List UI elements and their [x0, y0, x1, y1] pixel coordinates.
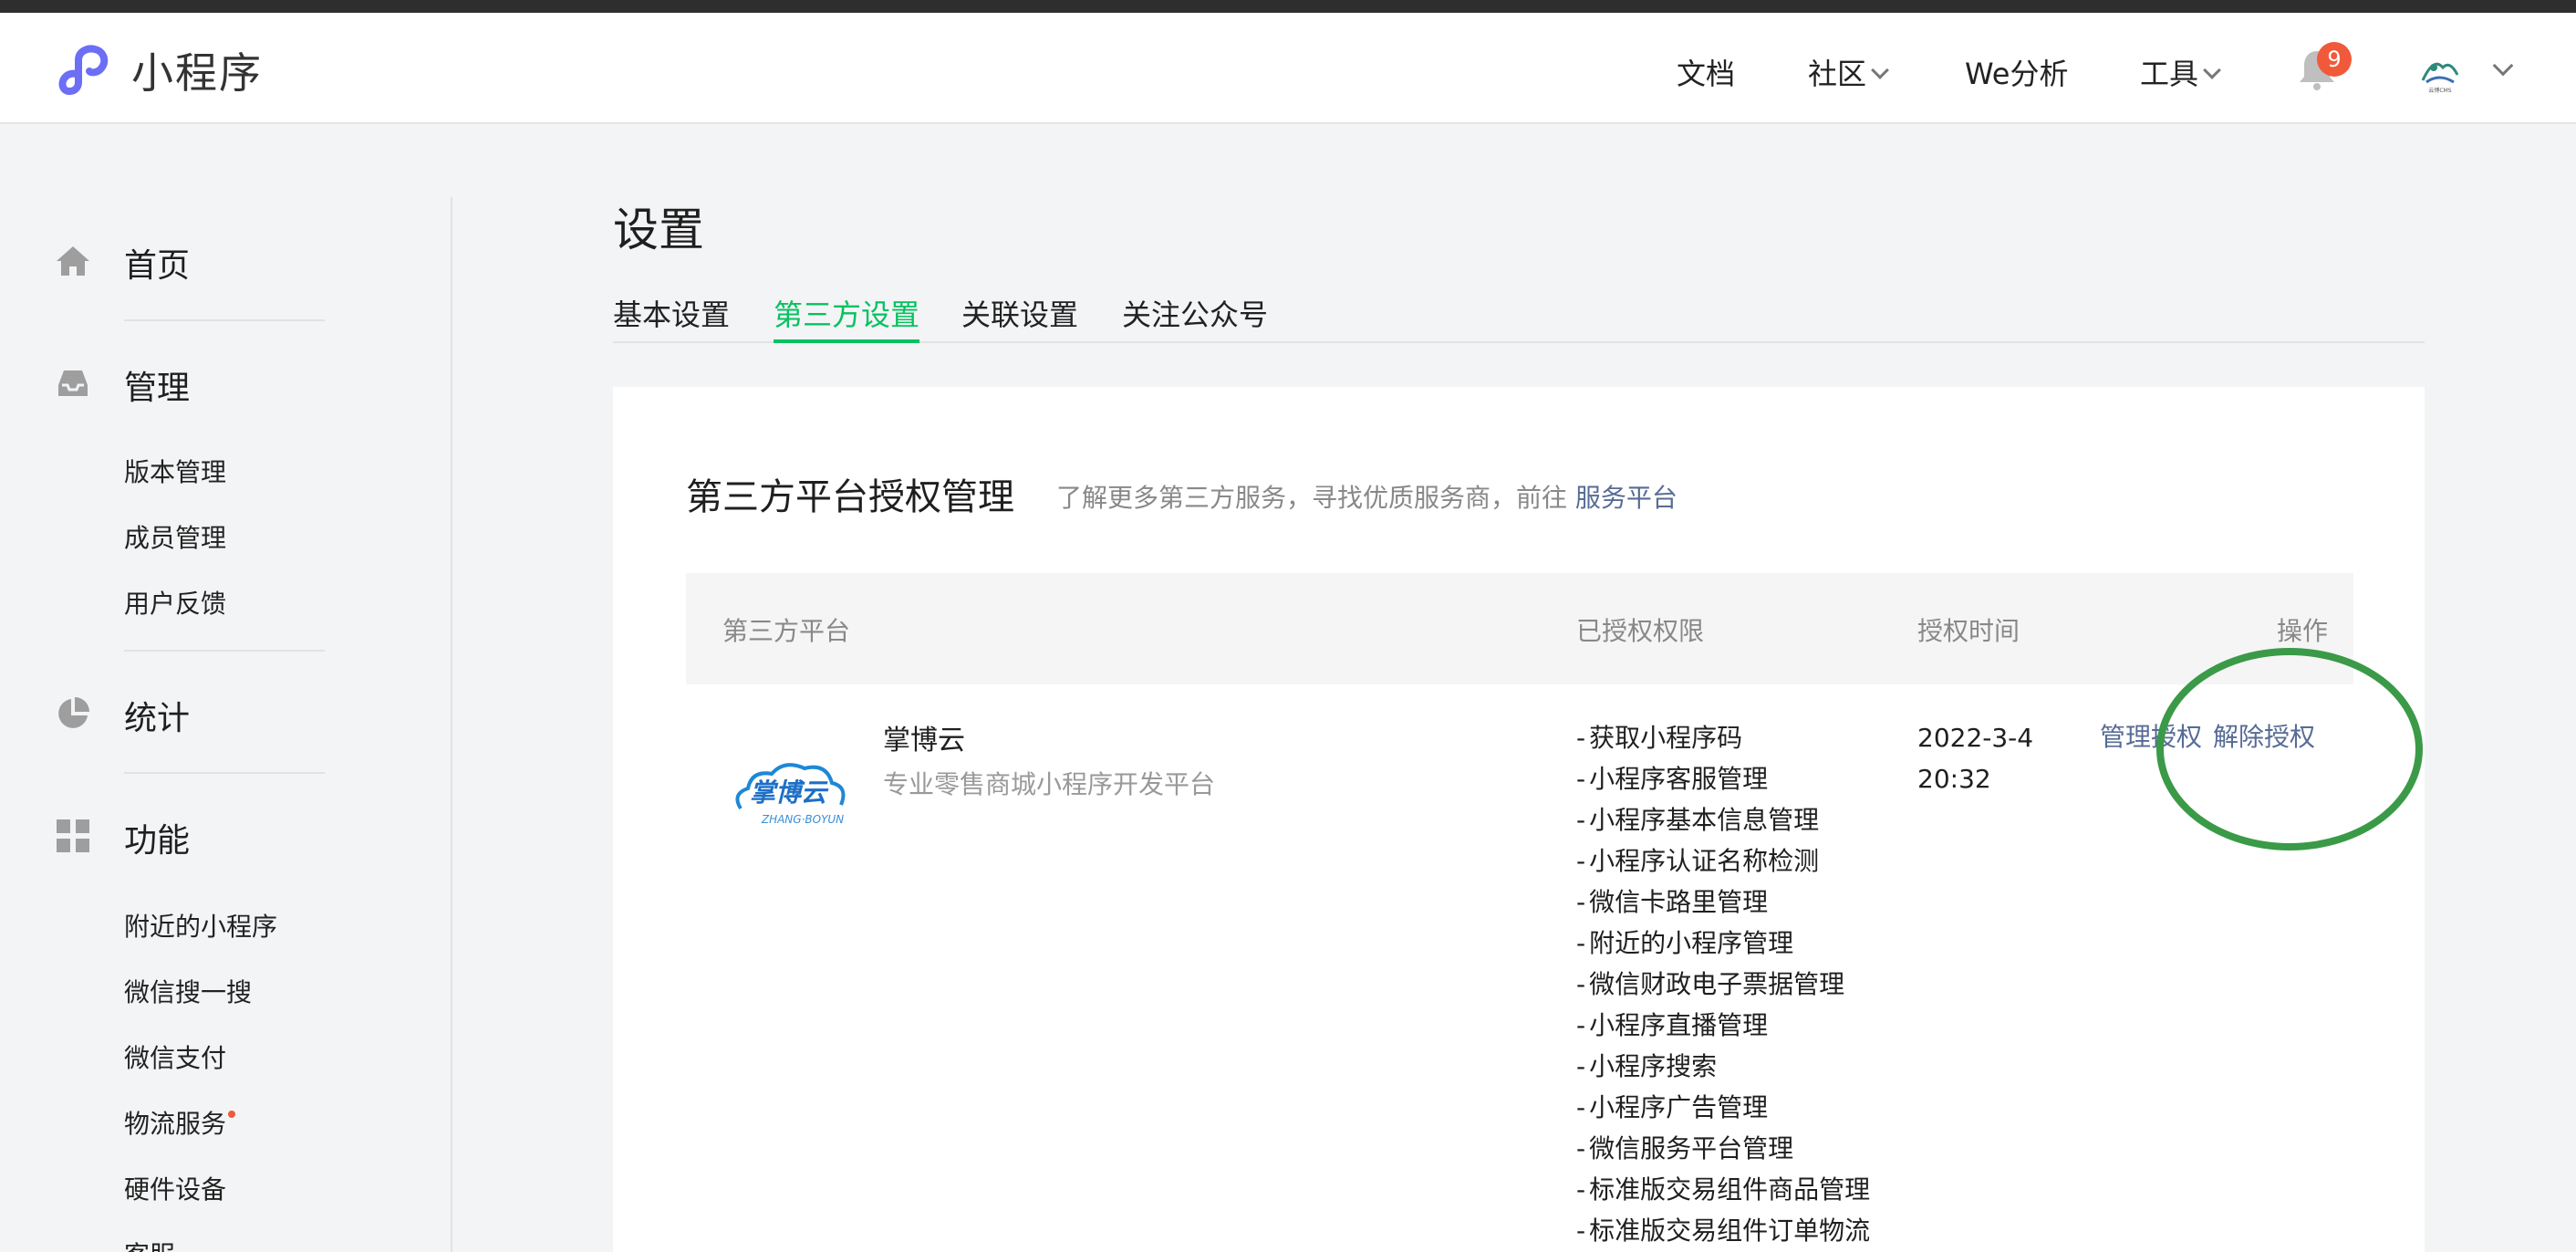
sidebar-divider [124, 650, 325, 652]
nav-community-label: 社区 [1808, 57, 1867, 91]
account-chevron-down-icon[interactable] [2492, 55, 2514, 77]
permission-item: 标准版交易组件订单物流 [1576, 1210, 1870, 1251]
nav-we-analysis[interactable]: We分析 [1965, 51, 2068, 93]
top-header: 小程序 文档 社区 We分析 工具 9 云博CMS [0, 13, 2576, 124]
home-icon [57, 246, 89, 276]
sidebar-item-member-manage[interactable]: 成员管理 [124, 518, 226, 555]
page-title: 设置 [613, 203, 704, 256]
notification-badge: 9 [2317, 42, 2352, 77]
window-top-strip [0, 0, 2576, 13]
sidebar-item-customer-service[interactable]: 客服 [124, 1236, 175, 1252]
permission-item: 小程序搜索 [1576, 1046, 1870, 1087]
tab-basic-settings[interactable]: 基本设置 [613, 292, 730, 343]
sidebar-item-wechat-search[interactable]: 微信搜一搜 [124, 973, 252, 1009]
sidebar-stats-label: 统计 [124, 700, 191, 737]
nav-tools-label: 工具 [2140, 57, 2199, 91]
annotation-circle [2156, 648, 2423, 850]
card-title: 第三方平台授权管理 [686, 476, 1014, 518]
column-header-auth-time: 授权时间 [1917, 616, 2020, 646]
new-dot-indicator [228, 1111, 236, 1118]
platform-description: 专业零售商城小程序开发平台 [883, 769, 1216, 799]
permission-item: 获取小程序码 [1576, 717, 1870, 758]
card-subtitle: 了解更多第三方服务，寻找优质服务商，前往 服务平台 [1056, 478, 1678, 515]
column-header-actions: 操作 [2277, 616, 2329, 646]
permission-item: 小程序客服管理 [1576, 758, 1870, 799]
nav-tools[interactable]: 工具 [2140, 51, 2221, 93]
auth-time: 2022-3-4 20:32 [1917, 717, 2033, 799]
sidebar-home-label: 首页 [124, 247, 191, 285]
tab-linked-settings[interactable]: 关联设置 [961, 292, 1078, 343]
tab-follow-official-account[interactable]: 关注公众号 [1122, 292, 1268, 343]
platform-logo-text: 掌博云 [750, 777, 829, 808]
auth-clock: 20:32 [1917, 764, 1991, 794]
sidebar-divider [124, 772, 325, 774]
inbox-icon [58, 370, 88, 396]
avatar-text: 云博CMS [2428, 87, 2451, 94]
sidebar-divider [124, 319, 325, 321]
nav-we-analysis-label: We分析 [1965, 57, 2069, 91]
permission-item: 小程序基本信息管理 [1576, 799, 1870, 840]
sidebar-item-nearby-miniprogram[interactable]: 附近的小程序 [124, 907, 277, 944]
platform-logo-subtext: ZHANG·BOYUN [761, 813, 844, 826]
chevron-down-icon [2203, 61, 2221, 79]
grid-icon [57, 819, 89, 852]
nav-community[interactable]: 社区 [1808, 51, 1889, 93]
sidebar: 首页 管理 版本管理 成员管理 用户反馈 统计 功能 附近的小程序 微信搜一搜 … [0, 124, 452, 1252]
pie-chart-icon [58, 697, 89, 728]
nav-docs[interactable]: 文档 [1677, 51, 1735, 93]
sidebar-manage-label: 管理 [124, 370, 191, 407]
permission-item: 标准版交易组件商品管理 [1576, 1169, 1870, 1210]
column-header-permissions: 已授权权限 [1576, 616, 1705, 646]
table-row: 掌博云 ZHANG·BOYUN 掌博云 专业零售商城小程序开发平台 获取小程序码… [686, 684, 2353, 1252]
card-subtitle-text: 了解更多第三方服务，寻找优质服务商，前往 [1056, 483, 1568, 513]
app-title: 小程序 [131, 48, 263, 98]
sidebar-item-user-feedback[interactable]: 用户反馈 [124, 584, 226, 621]
service-platform-link[interactable]: 服务平台 [1575, 483, 1678, 513]
sidebar-item-version-manage[interactable]: 版本管理 [124, 453, 226, 489]
chevron-down-icon [1871, 61, 1889, 79]
permission-item: 小程序认证名称检测 [1576, 840, 1870, 882]
avatar[interactable]: 云博CMS [2415, 47, 2465, 97]
miniprogram-logo-icon[interactable] [57, 42, 115, 100]
platform-logo: 掌博云 ZHANG·BOYUN [735, 763, 846, 826]
permission-item: 微信财政电子票据管理 [1576, 964, 1870, 1005]
auth-date: 2022-3-4 [1917, 723, 2034, 753]
table-header: 第三方平台 已授权权限 授权时间 操作 [686, 573, 2353, 684]
sidebar-item-hardware[interactable]: 硬件设备 [124, 1170, 226, 1206]
permission-item: 小程序广告管理 [1576, 1087, 1870, 1128]
permission-item: 附近的小程序管理 [1576, 923, 1870, 964]
settings-tabs: 基本设置 第三方设置 关联设置 关注公众号 [613, 292, 2425, 343]
sidebar-item-wechat-pay[interactable]: 微信支付 [124, 1038, 226, 1075]
third-party-card: 第三方平台授权管理 了解更多第三方服务，寻找优质服务商，前往 服务平台 第三方平… [613, 387, 2425, 1252]
permission-list: 获取小程序码 小程序客服管理 小程序基本信息管理 小程序认证名称检测 微信卡路里… [1576, 717, 1870, 1251]
sidebar-vertical-divider [451, 197, 452, 1252]
tab-third-party-settings[interactable]: 第三方设置 [774, 292, 920, 343]
column-header-platform: 第三方平台 [722, 616, 851, 646]
permission-item: 微信服务平台管理 [1576, 1128, 1870, 1169]
platform-name: 掌博云 [883, 725, 965, 756]
sidebar-logistics-label: 物流服务 [124, 1109, 227, 1139]
permission-item: 微信卡路里管理 [1576, 882, 1870, 923]
nav-docs-label: 文档 [1677, 57, 1736, 91]
sidebar-item-logistics[interactable]: 物流服务 [124, 1104, 236, 1141]
permission-item: 小程序直播管理 [1576, 1005, 1870, 1046]
sidebar-features-label: 功能 [124, 822, 191, 860]
